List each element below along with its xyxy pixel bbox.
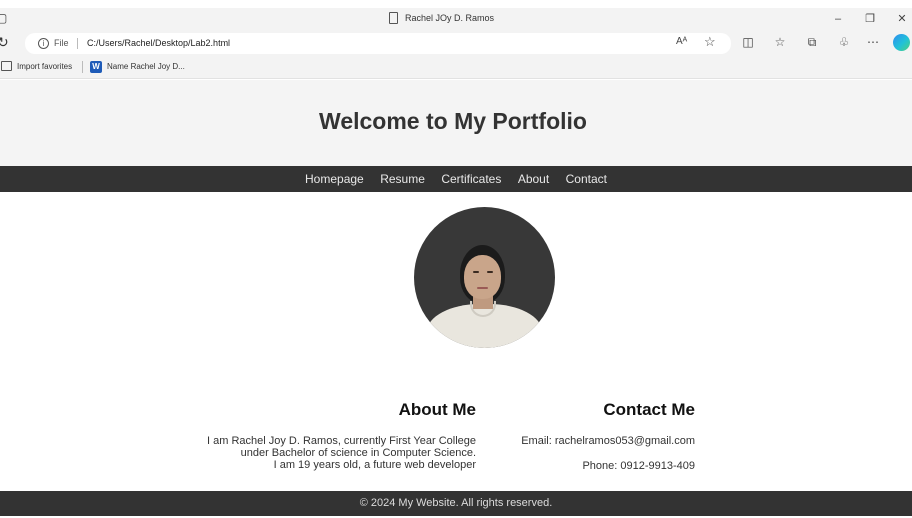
- scheme-label: File: [54, 38, 69, 48]
- site-footer: © 2024 My Website. All rights reserved.: [0, 491, 912, 516]
- page-icon: [389, 12, 398, 24]
- window-title: Rachel JOy D. Ramos: [405, 13, 495, 23]
- favorites-icon[interactable]: ☆: [772, 35, 788, 49]
- reload-icon[interactable]: ↻: [0, 34, 9, 51]
- favorites-bar: Import favorites W Name Rachel Joy D...: [0, 56, 912, 79]
- footer-text: © 2024 My Website. All rights reserved.: [359, 497, 553, 509]
- photo-eye: [473, 271, 479, 273]
- photo-face: [464, 255, 501, 299]
- collections-icon[interactable]: ⧉: [804, 35, 820, 50]
- info-icon[interactable]: i: [38, 38, 49, 49]
- photo-eye: [487, 271, 493, 273]
- restore-button[interactable]: ❐: [858, 10, 882, 28]
- minimize-button[interactable]: –: [826, 10, 850, 28]
- url-text[interactable]: C:/Users/Rachel/Desktop/Lab2.html: [87, 38, 230, 48]
- close-button[interactable]: ✕: [890, 10, 912, 28]
- site-nav: Homepage Resume Certificates About Conta…: [0, 166, 912, 192]
- extensions-icon[interactable]: ♧: [836, 35, 852, 49]
- nav-link-contact[interactable]: Contact: [566, 166, 607, 192]
- copilot-icon[interactable]: [893, 34, 910, 51]
- nav-link-about[interactable]: About: [518, 166, 549, 192]
- profile-photo: [414, 207, 555, 348]
- favorite-star-icon[interactable]: ☆: [704, 34, 716, 50]
- about-section: About Me I am Rachel Joy D. Ramos, curre…: [190, 400, 476, 471]
- address-divider: [77, 38, 78, 49]
- nav-link-homepage[interactable]: Homepage: [305, 166, 364, 192]
- bookmark-divider: [82, 61, 83, 73]
- about-text-line: I am 19 years old, a future web develope…: [273, 459, 476, 471]
- import-icon[interactable]: [1, 61, 12, 71]
- contact-phone: Phone: 0912-9913-409: [582, 460, 695, 472]
- contact-email[interactable]: Email: rachelramos053@gmail.com: [500, 435, 695, 447]
- address-bar[interactable]: i File C:/Users/Rachel/Desktop/Lab2.html…: [25, 33, 731, 54]
- nav-link-resume[interactable]: Resume: [380, 166, 425, 192]
- contact-section: Contact Me Email: rachelramos053@gmail.c…: [500, 400, 695, 485]
- bookmark-document[interactable]: Name Rachel Joy D...: [107, 62, 185, 71]
- nav-link-certificates[interactable]: Certificates: [441, 166, 501, 192]
- browser-titlebar: ▢ Rachel JOy D. Ramos – ❐ ✕: [0, 8, 912, 30]
- tab-actions-icon[interactable]: ▢: [0, 11, 7, 25]
- about-text-line: under Bachelor of science in Computer Sc…: [240, 447, 476, 459]
- about-heading: About Me: [398, 400, 476, 419]
- contact-heading: Contact Me: [603, 400, 695, 419]
- read-aloud-icon[interactable]: Aᴬ: [676, 36, 687, 47]
- more-icon[interactable]: ⋯: [865, 35, 881, 49]
- page-title: Welcome to My Portfolio: [319, 108, 587, 134]
- browser-toolbar: ↻ i File C:/Users/Rachel/Desktop/Lab2.ht…: [0, 30, 912, 56]
- word-icon[interactable]: W: [90, 61, 102, 73]
- site-header: Welcome to My Portfolio: [0, 80, 912, 166]
- bookmark-import-favorites[interactable]: Import favorites: [17, 62, 72, 71]
- about-text-line: I am Rachel Joy D. Ramos, currently Firs…: [207, 435, 476, 447]
- split-screen-icon[interactable]: ◫: [740, 35, 756, 49]
- photo-mouth: [477, 287, 488, 289]
